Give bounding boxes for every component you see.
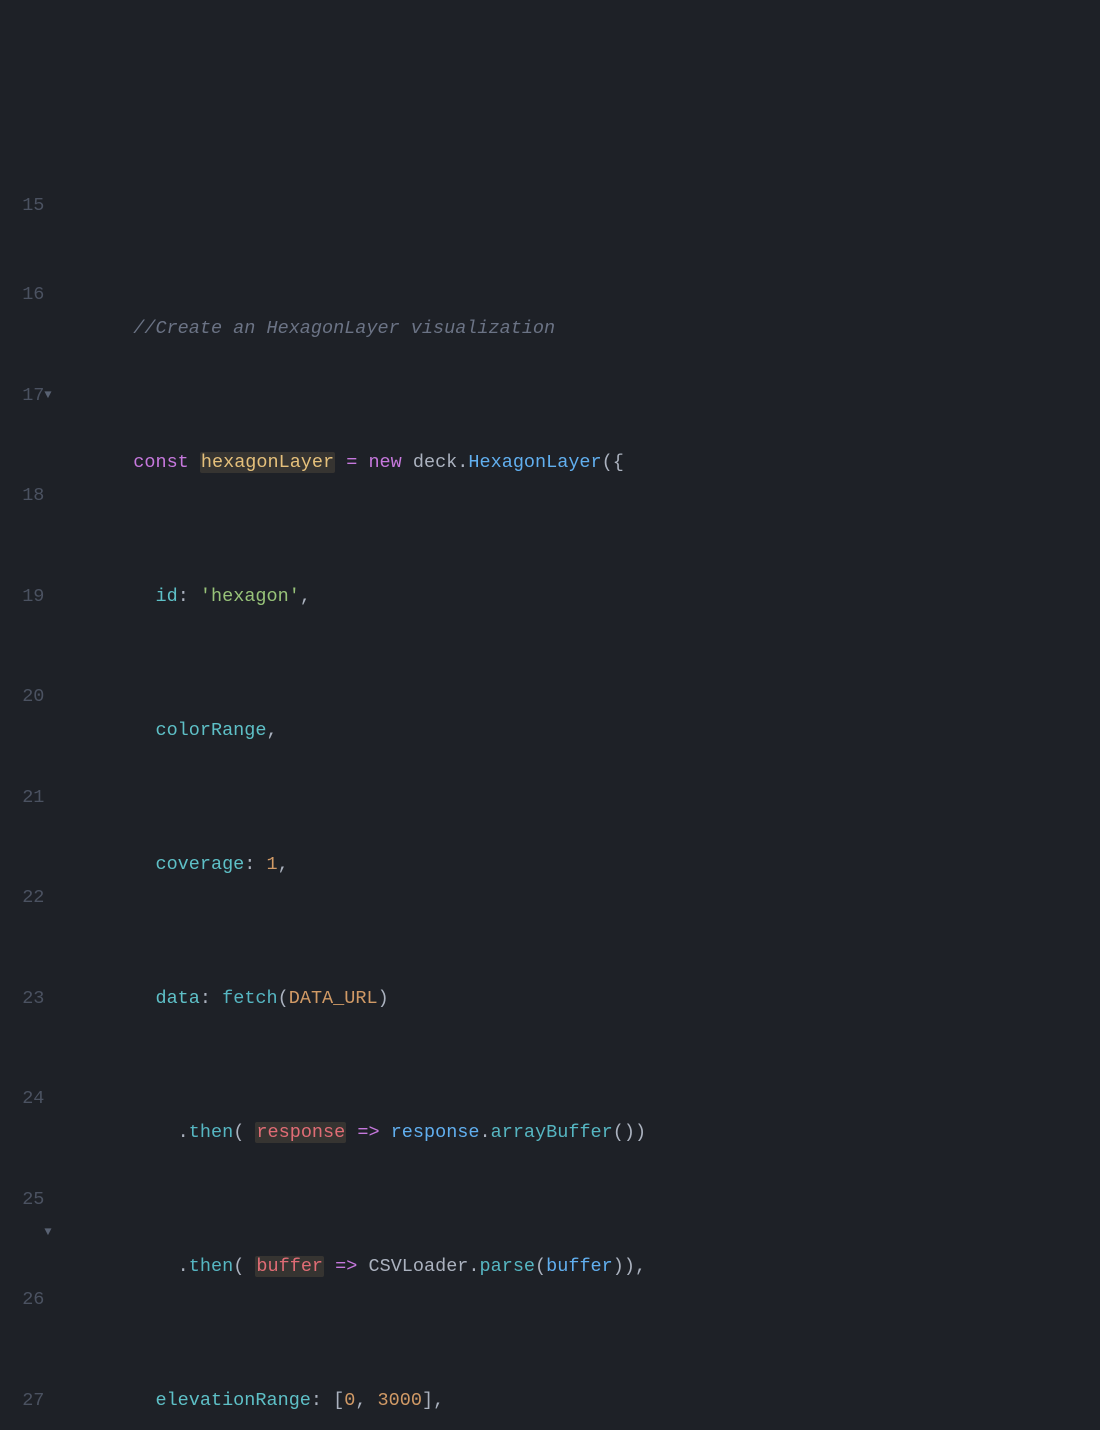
code-line[interactable]: .then( buffer => CSVLoader.parse(buffer)… xyxy=(89,1250,1100,1284)
code-area[interactable]: //Create an HexagonLayer visualization c… xyxy=(89,134,1100,849)
identifier: hexagonLayer xyxy=(200,452,335,473)
line-number: 19 xyxy=(0,580,44,614)
fold-toggle-icon[interactable]: ▼ xyxy=(44,1216,88,1250)
code-editor: 15 16 17 18 19 20 21 22 23 24 25 26 27 2… xyxy=(0,134,1100,849)
line-number: 23 xyxy=(0,982,44,1016)
fold-toggle-icon[interactable]: ▼ xyxy=(44,379,88,413)
code-line[interactable]: //Create an HexagonLayer visualization xyxy=(89,312,1100,346)
code-line[interactable]: elevationRange: [0, 3000], xyxy=(89,1384,1100,1418)
fold-gutter: ▼ ▼ xyxy=(44,134,88,849)
line-number: 25 xyxy=(0,1183,44,1217)
code-line[interactable]: colorRange, xyxy=(89,714,1100,748)
line-number: 21 xyxy=(0,781,44,815)
code-line[interactable]: .then( response => response.arrayBuffer(… xyxy=(89,1116,1100,1150)
line-number: 20 xyxy=(0,680,44,714)
line-number: 26 xyxy=(0,1283,44,1317)
code-line[interactable]: const hexagonLayer = new deck.HexagonLay… xyxy=(89,446,1100,480)
code-line[interactable]: data: fetch(DATA_URL) xyxy=(89,982,1100,1016)
line-number: 15 xyxy=(0,201,44,211)
line-number: 18 xyxy=(0,479,44,513)
line-number-gutter: 15 16 17 18 19 20 21 22 23 24 25 26 27 2… xyxy=(0,134,44,849)
code-line[interactable]: id: 'hexagon', xyxy=(89,580,1100,614)
line-number: 22 xyxy=(0,881,44,915)
line-number: 16 xyxy=(0,278,44,312)
code-line[interactable]: coverage: 1, xyxy=(89,848,1100,882)
code-line[interactable] xyxy=(89,201,1100,211)
line-number: 17 xyxy=(0,379,44,413)
line-number: 27 xyxy=(0,1384,44,1418)
line-number: 24 xyxy=(0,1082,44,1116)
